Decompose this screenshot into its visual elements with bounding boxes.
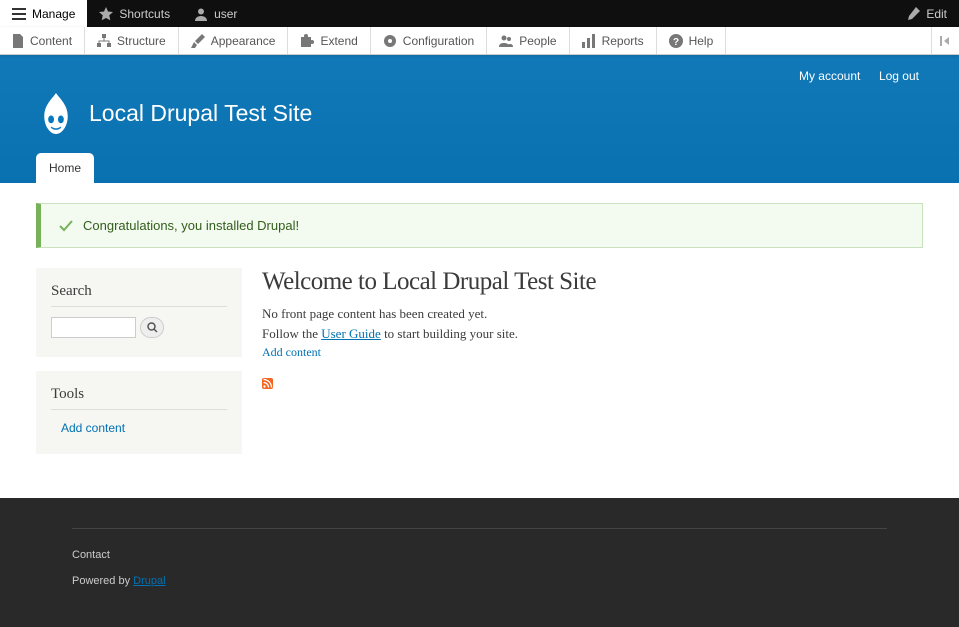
search-input[interactable] — [51, 317, 136, 338]
user-label: user — [214, 7, 237, 21]
follow-suffix: to start building your site. — [381, 326, 518, 341]
drupal-logo-icon — [36, 91, 76, 136]
shortcuts-label: Shortcuts — [119, 7, 170, 21]
hamburger-icon — [12, 8, 26, 20]
admin-appearance[interactable]: Appearance — [179, 27, 289, 54]
people-icon — [499, 34, 513, 48]
search-button[interactable] — [140, 317, 164, 338]
tools-title: Tools — [51, 386, 227, 410]
user-toggle[interactable]: user — [182, 0, 249, 27]
toolbar-top: Manage Shortcuts user Edit — [0, 0, 959, 27]
contact-link[interactable]: Contact — [72, 549, 110, 561]
drupal-link[interactable]: Drupal — [133, 575, 165, 587]
my-account-link[interactable]: My account — [799, 69, 860, 83]
search-title: Search — [51, 283, 227, 307]
help-icon: ? — [669, 34, 683, 48]
tools-add-content-link[interactable]: Add content — [51, 421, 125, 435]
collapse-icon — [940, 36, 952, 46]
paintbrush-icon — [191, 34, 205, 48]
rss-feed-link[interactable] — [262, 377, 273, 392]
admin-content[interactable]: Content — [0, 27, 85, 54]
search-block: Search — [36, 268, 242, 357]
bar-chart-icon — [582, 34, 596, 48]
page-title: Welcome to Local Drupal Test Site — [262, 268, 923, 296]
edit-label: Edit — [926, 7, 947, 21]
orientation-toggle[interactable] — [931, 27, 959, 54]
search-icon — [147, 322, 158, 333]
site-name: Local Drupal Test Site — [89, 100, 312, 127]
structure-icon — [97, 34, 111, 48]
edit-toggle[interactable]: Edit — [895, 0, 959, 27]
shortcuts-toggle[interactable]: Shortcuts — [87, 0, 182, 27]
admin-configuration[interactable]: Configuration — [371, 27, 487, 54]
powered-by-text: Powered by — [72, 575, 133, 587]
admin-people[interactable]: People — [487, 27, 569, 54]
svg-text:?: ? — [673, 37, 679, 48]
admin-help[interactable]: ? Help — [657, 27, 727, 54]
tools-block: Tools Add content — [36, 371, 242, 454]
footer: Contact Powered by Drupal — [0, 498, 959, 627]
tab-home[interactable]: Home — [36, 153, 94, 183]
checkmark-icon — [59, 219, 73, 233]
puzzle-icon — [300, 34, 314, 48]
pencil-icon — [907, 7, 920, 20]
user-guide-link[interactable]: User Guide — [321, 326, 381, 341]
page-icon — [12, 34, 24, 48]
site-header: My account Log out Local Drupal Test Sit… — [0, 55, 959, 183]
star-icon — [99, 7, 113, 21]
gear-icon — [383, 34, 397, 48]
follow-prefix: Follow the — [262, 326, 321, 341]
status-message: Congratulations, you installed Drupal! — [36, 203, 923, 248]
status-text: Congratulations, you installed Drupal! — [83, 218, 299, 233]
admin-menu: Content Structure Appearance Extend Conf… — [0, 27, 959, 55]
rss-icon — [262, 378, 273, 389]
manage-label: Manage — [32, 7, 75, 21]
add-content-link[interactable]: Add content — [262, 345, 321, 360]
admin-reports[interactable]: Reports — [570, 27, 657, 54]
log-out-link[interactable]: Log out — [879, 69, 919, 83]
admin-extend[interactable]: Extend — [288, 27, 370, 54]
no-content-text: No front page content has been created y… — [262, 304, 923, 324]
user-icon — [194, 7, 208, 21]
manage-toggle[interactable]: Manage — [0, 0, 87, 27]
admin-structure[interactable]: Structure — [85, 27, 179, 54]
site-branding[interactable]: Local Drupal Test Site — [36, 91, 312, 136]
